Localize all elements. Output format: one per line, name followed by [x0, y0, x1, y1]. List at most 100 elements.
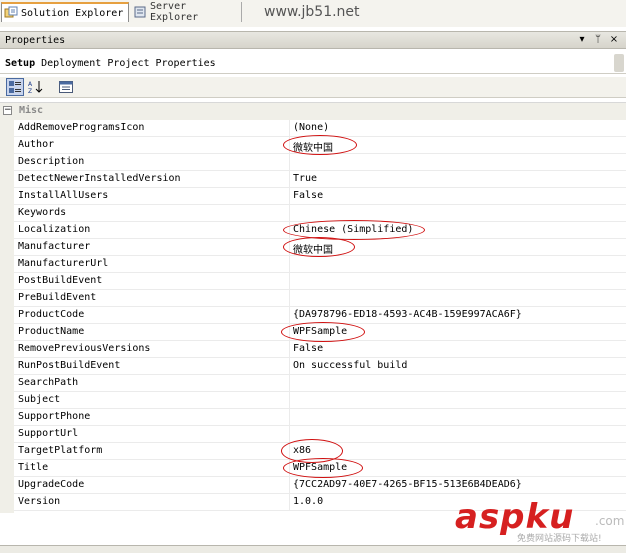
property-name: RemovePreviousVersions — [18, 343, 151, 354]
column-divider — [289, 426, 290, 443]
property-name: SupportPhone — [18, 411, 91, 422]
property-value[interactable]: False — [293, 190, 323, 201]
property-row-localization[interactable]: Localization Chinese (Simplified) — [14, 220, 626, 240]
property-row-runpostbuildevent[interactable]: RunPostBuildEvent On successful build — [14, 358, 626, 375]
column-divider — [289, 358, 290, 375]
property-name: Author — [18, 139, 55, 150]
property-row-postbuildevent[interactable]: PostBuildEvent — [14, 273, 626, 290]
column-divider — [289, 205, 290, 222]
window-position-dropdown-icon[interactable]: ▾ — [576, 34, 588, 46]
column-divider — [289, 341, 290, 358]
column-divider — [289, 375, 290, 392]
property-row-description[interactable]: Description — [14, 154, 626, 171]
property-name: AddRemoveProgramsIcon — [18, 122, 145, 133]
property-row-productname[interactable]: ProductName WPFSample — [14, 322, 626, 342]
logo-sub-text: 免费网站源码下载站! — [517, 534, 602, 544]
property-row-addremoveprogramsicon[interactable]: AddRemoveProgramsIcon (None) — [14, 120, 626, 137]
property-name: PostBuildEvent — [18, 275, 103, 286]
property-name: Manufacturer — [18, 241, 91, 252]
solution-explorer-icon — [4, 6, 18, 18]
object-selector[interactable]: Setup Deployment Project Properties — [0, 52, 626, 74]
column-divider — [289, 256, 290, 273]
tab-server-explorer-label: Server Explorer — [150, 1, 199, 23]
selected-object-name: Setup — [5, 57, 36, 69]
property-row-supporturl[interactable]: SupportUrl — [14, 426, 626, 443]
selector-scrollbar[interactable] — [614, 54, 624, 72]
property-row-productcode[interactable]: ProductCode {DA978796-ED18-4593-AC4B-159E… — [14, 307, 626, 324]
property-name: SupportUrl — [18, 428, 79, 439]
property-row-searchpath[interactable]: SearchPath — [14, 375, 626, 392]
property-value[interactable]: Chinese (Simplified) — [293, 224, 413, 235]
property-row-installallusers[interactable]: InstallAllUsers False — [14, 188, 626, 205]
column-divider — [289, 273, 290, 290]
property-row-detectnewerinstalledversion[interactable]: DetectNewerInstalledVersion True — [14, 171, 626, 188]
property-value[interactable]: {7CC2AD97-40E7-4265-BF15-513E6B4DEAD6} — [293, 479, 522, 490]
tab-solution-explorer[interactable]: Solution Explorer — [1, 2, 129, 22]
property-name: Version — [18, 496, 61, 507]
property-value[interactable]: 微软中国 — [293, 241, 333, 256]
categorized-icon — [9, 81, 21, 93]
svg-text:Z: Z — [28, 88, 32, 94]
property-value[interactable]: False — [293, 343, 323, 354]
property-row-upgradecode[interactable]: UpgradeCode {7CC2AD97-40E7-4265-BF15-513E… — [14, 477, 626, 494]
category-misc[interactable]: − Misc — [0, 103, 626, 120]
tab-solution-explorer-label: Solution Explorer — [21, 7, 124, 19]
tab-server-explorer[interactable]: Server Explorer — [131, 1, 242, 23]
column-divider — [289, 222, 290, 239]
column-divider — [289, 290, 290, 307]
property-pages-icon — [59, 81, 73, 93]
property-row-keywords[interactable]: Keywords — [14, 205, 626, 222]
property-value[interactable]: {DA978796-ED18-4593-AC4B-159E997ACA6F} — [293, 309, 522, 320]
column-divider — [289, 137, 290, 154]
property-row-targetplatform[interactable]: TargetPlatform x86 — [14, 439, 626, 463]
property-name: Description — [18, 156, 85, 167]
property-name: DetectNewerInstalledVersion — [18, 173, 181, 184]
categorized-button[interactable] — [6, 78, 24, 96]
property-row-manufacturerurl[interactable]: ManufacturerUrl — [14, 256, 626, 273]
property-pages-button[interactable] — [57, 78, 75, 96]
column-divider — [289, 307, 290, 324]
property-name: TargetPlatform — [18, 445, 103, 456]
property-name: SearchPath — [18, 377, 79, 388]
property-value[interactable]: On successful build — [293, 360, 407, 371]
collapse-toggle-icon[interactable]: − — [3, 106, 12, 115]
property-name: ProductName — [18, 326, 85, 337]
grid-gutter — [0, 103, 14, 513]
property-value[interactable]: 1.0.0 — [293, 496, 323, 507]
property-name: Subject — [18, 394, 61, 405]
column-divider — [289, 188, 290, 205]
column-divider — [289, 443, 290, 460]
property-name: Localization — [18, 224, 91, 235]
property-name: ManufacturerUrl — [18, 258, 109, 269]
alphabetical-button[interactable]: A Z — [27, 78, 45, 96]
property-row-manufacturer[interactable]: Manufacturer 微软中国 — [14, 237, 626, 257]
property-value[interactable]: True — [293, 173, 317, 184]
property-value[interactable]: WPFSample — [293, 326, 347, 337]
category-label: Misc — [19, 105, 44, 116]
property-row-removepreviousversions[interactable]: RemovePreviousVersions False — [14, 341, 626, 358]
property-name: ProductCode — [18, 309, 85, 320]
pin-icon[interactable]: ᛘ — [592, 34, 604, 46]
column-divider — [289, 324, 290, 341]
column-divider — [289, 460, 290, 477]
object-selector-box[interactable]: Setup Deployment Project Properties — [1, 53, 611, 73]
close-icon[interactable]: × — [608, 34, 620, 46]
column-divider — [289, 392, 290, 409]
property-value[interactable]: x86 — [293, 445, 311, 456]
property-row-prebuildevent[interactable]: PreBuildEvent — [14, 290, 626, 307]
panel-title: Properties — [5, 35, 66, 46]
column-divider — [289, 239, 290, 256]
property-value[interactable]: (None) — [293, 122, 329, 133]
property-row-supportphone[interactable]: SupportPhone — [14, 409, 626, 426]
property-name: InstallAllUsers — [18, 190, 109, 201]
property-row-author[interactable]: Author 微软中国 — [14, 135, 626, 155]
property-row-title[interactable]: Title WPFSample — [14, 458, 626, 478]
property-grid: − Misc AddRemoveProgramsIcon (None) Author… — [0, 102, 626, 513]
property-value[interactable]: WPFSample — [293, 462, 347, 473]
column-divider — [289, 120, 290, 137]
property-value[interactable]: 微软中国 — [293, 139, 333, 154]
svg-text:A: A — [28, 81, 33, 88]
column-divider — [289, 171, 290, 188]
property-row-subject[interactable]: Subject — [14, 392, 626, 409]
property-name: PreBuildEvent — [18, 292, 97, 303]
